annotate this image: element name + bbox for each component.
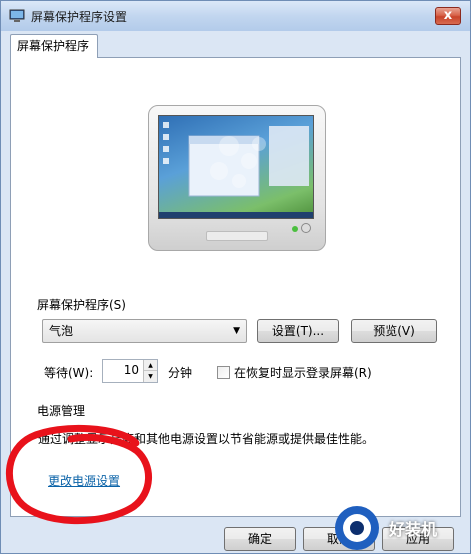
minutes-unit-label: 分钟 bbox=[168, 366, 193, 380]
screensaver-selected-value: 气泡 bbox=[49, 324, 74, 338]
power-button-icon bbox=[301, 223, 311, 233]
close-button[interactable]: x bbox=[435, 7, 461, 25]
watermark-text: 好装机 bbox=[389, 520, 438, 539]
ok-button[interactable]: 确定 bbox=[224, 527, 296, 551]
wait-label: 等待(W): bbox=[44, 366, 94, 380]
stepper-buttons: ▲ ▼ bbox=[143, 360, 157, 382]
window-title: 屏幕保护程序设置 bbox=[31, 10, 128, 24]
screensaver-group: 屏幕保护程序(S) 气泡 ▼ 设置(T)... 预览(V) 等待(W): 10 … bbox=[28, 296, 453, 400]
screensaver-settings-window: 屏幕保护程序设置 x 屏幕保护程序 屏幕保护程序(S) 气泡 ▼ 设置(T)..… bbox=[0, 0, 471, 554]
stepper-up-icon[interactable]: ▲ bbox=[144, 360, 157, 371]
power-group-label: 电源管理 bbox=[34, 402, 89, 419]
monitor-base-panel bbox=[206, 231, 268, 241]
resume-login-checkbox[interactable] bbox=[217, 366, 230, 379]
change-power-settings-link[interactable]: 更改电源设置 bbox=[48, 472, 120, 489]
preview-button[interactable]: 预览(V) bbox=[351, 319, 437, 343]
wait-minutes-stepper[interactable]: 10 ▲ ▼ bbox=[102, 359, 158, 383]
preview-screen bbox=[158, 115, 314, 219]
settings-button[interactable]: 设置(T)... bbox=[257, 319, 339, 343]
tab-screensaver[interactable]: 屏幕保护程序 bbox=[10, 34, 98, 58]
power-description: 通过调整显示亮度和其他电源设置以节省能源或提供最佳性能。 bbox=[38, 432, 375, 446]
resume-login-label[interactable]: 在恢复时显示登录屏幕(R) bbox=[234, 364, 372, 381]
wait-minutes-value[interactable]: 10 bbox=[124, 363, 139, 377]
chevron-down-icon: ▼ bbox=[233, 326, 240, 336]
power-led-icon bbox=[292, 226, 298, 232]
stepper-down-icon[interactable]: ▼ bbox=[144, 371, 157, 382]
screensaver-select[interactable]: 气泡 ▼ bbox=[42, 319, 247, 343]
screensaver-app-icon bbox=[9, 9, 25, 22]
tab-content-panel: 屏幕保护程序(S) 气泡 ▼ 设置(T)... 预览(V) 等待(W): 10 … bbox=[10, 57, 461, 517]
screensaver-group-label: 屏幕保护程序(S) bbox=[34, 296, 129, 313]
title-bar[interactable]: 屏幕保护程序设置 x bbox=[1, 1, 470, 31]
bubbles-preview-image bbox=[159, 122, 313, 218]
monitor-preview bbox=[148, 105, 326, 251]
